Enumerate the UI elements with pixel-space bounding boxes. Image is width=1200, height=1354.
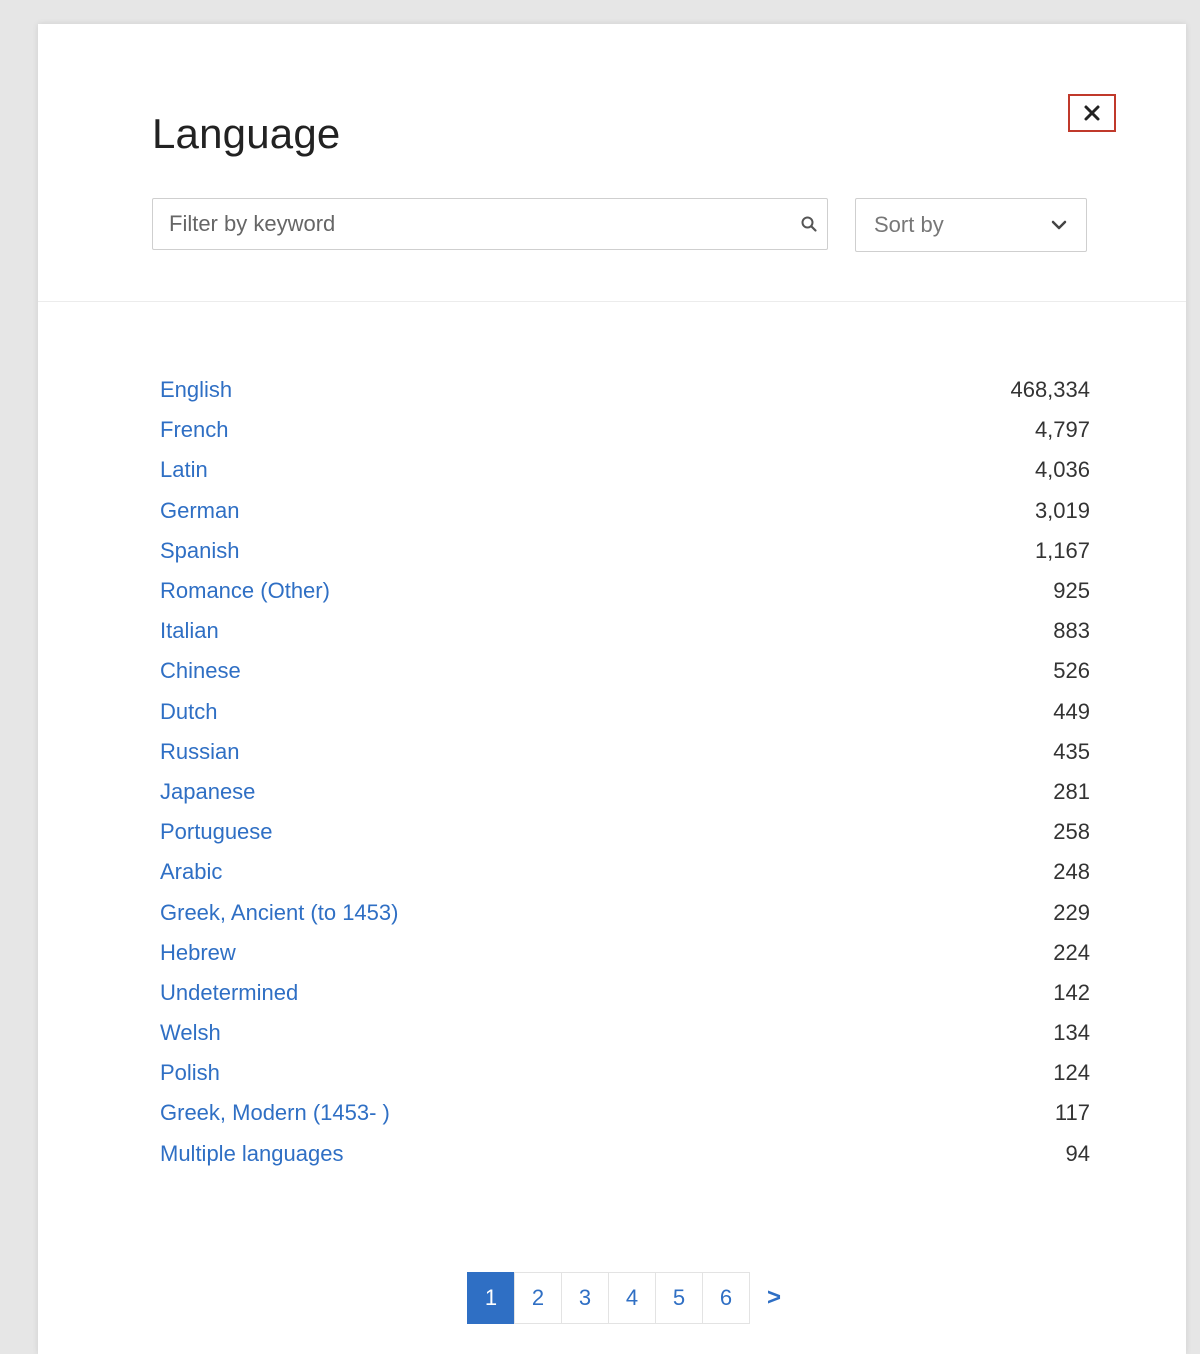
language-link[interactable]: Polish bbox=[160, 1060, 220, 1086]
close-button[interactable] bbox=[1068, 94, 1116, 132]
language-count: 258 bbox=[1053, 819, 1090, 845]
page-button-3[interactable]: 3 bbox=[561, 1272, 609, 1324]
language-count: 248 bbox=[1053, 859, 1090, 885]
language-link[interactable]: Hebrew bbox=[160, 940, 236, 966]
language-count: 3,019 bbox=[1034, 497, 1090, 523]
search-icon[interactable] bbox=[791, 215, 827, 233]
list-item: Welsh 134 bbox=[160, 1013, 1090, 1053]
list-item: English 468,334 bbox=[160, 370, 1090, 410]
language-link[interactable]: Latin bbox=[160, 457, 208, 483]
list-item: Greek, Ancient (to 1453) 229 bbox=[160, 892, 1090, 932]
language-link[interactable]: Multiple languages bbox=[160, 1141, 343, 1167]
page-button-5[interactable]: 5 bbox=[655, 1272, 703, 1324]
language-count: 4,036 bbox=[1034, 457, 1090, 483]
language-link[interactable]: Greek, Modern (1453- ) bbox=[160, 1100, 390, 1126]
language-count: 449 bbox=[1053, 698, 1090, 724]
list-item: Multiple languages 94 bbox=[160, 1134, 1090, 1174]
sort-dropdown[interactable]: Sort by bbox=[855, 198, 1087, 252]
language-count: 224 bbox=[1053, 939, 1090, 965]
page-button-2[interactable]: 2 bbox=[514, 1272, 562, 1324]
language-count: 526 bbox=[1053, 658, 1090, 684]
language-count: 4,797 bbox=[1034, 417, 1090, 443]
language-link[interactable]: German bbox=[160, 498, 239, 524]
language-count: 229 bbox=[1053, 899, 1090, 925]
language-link[interactable]: English bbox=[160, 377, 232, 403]
list-item: French 4,797 bbox=[160, 410, 1090, 450]
language-link[interactable]: Welsh bbox=[160, 1020, 221, 1046]
language-count: 142 bbox=[1053, 979, 1090, 1005]
page-button-6[interactable]: 6 bbox=[702, 1272, 750, 1324]
list-item: Japanese 281 bbox=[160, 772, 1090, 812]
list-item: Hebrew 224 bbox=[160, 933, 1090, 973]
list-item: German 3,019 bbox=[160, 491, 1090, 531]
header-divider bbox=[38, 301, 1186, 302]
language-link[interactable]: French bbox=[160, 417, 228, 443]
list-item: Arabic 248 bbox=[160, 852, 1090, 892]
list-item: Spanish 1,167 bbox=[160, 531, 1090, 571]
language-link[interactable]: Russian bbox=[160, 739, 239, 765]
language-link[interactable]: Japanese bbox=[160, 779, 255, 805]
list-item: Italian 883 bbox=[160, 611, 1090, 651]
dialog-title: Language bbox=[152, 110, 341, 157]
list-item: Romance (Other) 925 bbox=[160, 571, 1090, 611]
language-link[interactable]: Romance (Other) bbox=[160, 578, 330, 604]
list-item: Greek, Modern (1453- ) 117 bbox=[160, 1093, 1090, 1133]
pagination: 1 2 3 4 5 6 > bbox=[467, 1272, 798, 1324]
page-button-4[interactable]: 4 bbox=[608, 1272, 656, 1324]
language-dialog: Language Sort by English 468,334 French … bbox=[38, 24, 1186, 1354]
language-link[interactable]: Spanish bbox=[160, 538, 240, 564]
language-count: 468,334 bbox=[1010, 377, 1090, 403]
filter-input[interactable] bbox=[153, 199, 791, 249]
page-button-1[interactable]: 1 bbox=[467, 1272, 515, 1324]
chevron-down-icon bbox=[1051, 220, 1067, 230]
list-item: Latin 4,036 bbox=[160, 450, 1090, 490]
list-item: Portuguese 258 bbox=[160, 812, 1090, 852]
language-count: 124 bbox=[1053, 1060, 1090, 1086]
list-item: Russian 435 bbox=[160, 732, 1090, 772]
language-link[interactable]: Italian bbox=[160, 618, 219, 644]
language-link[interactable]: Undetermined bbox=[160, 980, 298, 1006]
language-count: 281 bbox=[1053, 778, 1090, 804]
language-link[interactable]: Chinese bbox=[160, 658, 241, 684]
list-item: Chinese 526 bbox=[160, 651, 1090, 691]
sort-label: Sort by bbox=[874, 212, 944, 237]
language-count: 94 bbox=[1065, 1140, 1090, 1166]
language-link[interactable]: Portuguese bbox=[160, 819, 273, 845]
language-link[interactable]: Greek, Ancient (to 1453) bbox=[160, 900, 398, 926]
language-count: 925 bbox=[1053, 578, 1090, 604]
language-link[interactable]: Dutch bbox=[160, 699, 217, 725]
language-count: 435 bbox=[1053, 738, 1090, 764]
list-item: Undetermined 142 bbox=[160, 973, 1090, 1013]
close-icon bbox=[1084, 105, 1100, 121]
language-count: 117 bbox=[1054, 1100, 1090, 1126]
list-item: Polish 124 bbox=[160, 1053, 1090, 1093]
list-item: Dutch 449 bbox=[160, 692, 1090, 732]
language-count: 1,167 bbox=[1034, 537, 1090, 563]
language-count: 883 bbox=[1053, 618, 1090, 644]
next-page-button[interactable]: > bbox=[750, 1272, 798, 1324]
language-count: 134 bbox=[1053, 1020, 1090, 1046]
language-list: English 468,334 French 4,797 Latin 4,036… bbox=[160, 370, 1090, 1174]
language-link[interactable]: Arabic bbox=[160, 859, 222, 885]
filter-field bbox=[152, 198, 828, 250]
